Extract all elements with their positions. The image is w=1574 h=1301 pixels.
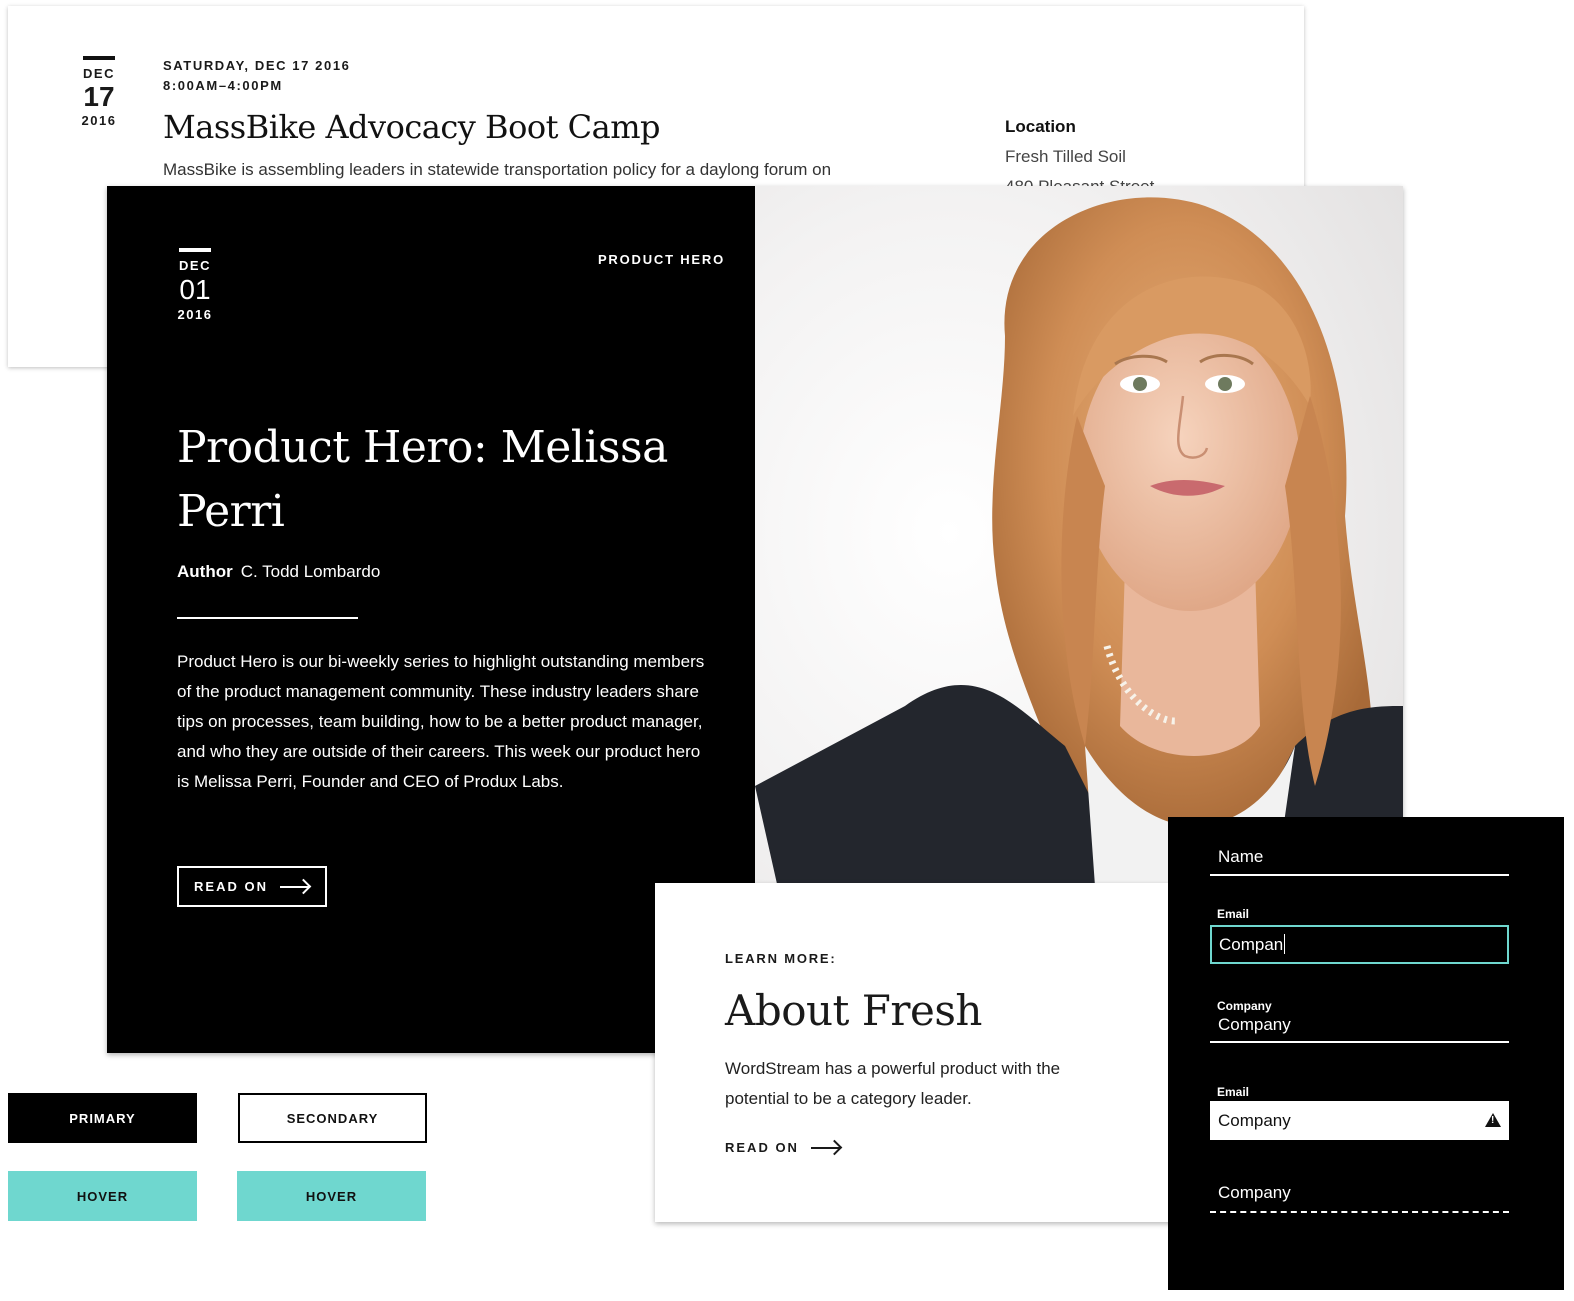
event-year: 2016 <box>81 113 117 128</box>
hero-body: Product Hero is our bi-weekly series to … <box>177 652 705 791</box>
warning-icon <box>1485 1113 1501 1127</box>
author-label: Author <box>177 562 233 581</box>
date-bar <box>179 248 211 252</box>
email-field-error[interactable]: Email Company <box>1210 1085 1509 1140</box>
company-field-disabled: Company <box>1210 1183 1509 1213</box>
hero-day: 01 <box>179 274 211 305</box>
author-name[interactable]: C. Todd Lombardo <box>241 562 381 581</box>
hero-author: Author C. Todd Lombardo <box>177 562 380 582</box>
event-title[interactable]: MassBike Advocacy Boot Camp <box>163 106 661 148</box>
arrow-right-icon <box>810 1146 841 1149</box>
secondary-button-hover[interactable]: HOVER <box>237 1171 426 1221</box>
email-label-2: Email <box>1217 1085 1250 1099</box>
about-read-on-label: READ ON <box>725 1140 799 1155</box>
form-states-card: Name Email Compan Company Company Email … <box>1168 817 1564 1290</box>
email-error-value: Company <box>1218 1111 1291 1130</box>
location-label: Location <box>1005 117 1076 136</box>
hero-date-badge: DEC 01 2016 <box>165 248 225 322</box>
location-name: Fresh Tilled Soil <box>1005 147 1126 166</box>
company-field-filled[interactable]: Company Company <box>1210 999 1509 1043</box>
event-date-line: SATURDAY, DEC 17 2016 <box>163 58 351 73</box>
about-card: LEARN MORE: About Fresh WordStream has a… <box>655 883 1175 1222</box>
about-title[interactable]: About Fresh <box>725 983 982 1039</box>
date-bar <box>83 56 115 60</box>
event-description: MassBike is assembling leaders in statew… <box>163 160 832 179</box>
name-field[interactable]: Name <box>1210 847 1509 876</box>
secondary-button[interactable]: SECONDARY <box>238 1093 427 1143</box>
event-when: SATURDAY, DEC 17 2016 8:00AM–4:00PM <box>163 56 351 96</box>
about-body: WordStream has a powerful product with t… <box>725 1059 1061 1108</box>
hero-title[interactable]: Product Hero: Melissa Perri <box>177 416 697 544</box>
event-date-badge: DEC 17 2016 <box>70 56 128 128</box>
about-read-on-link[interactable]: READ ON <box>725 1140 841 1155</box>
email-label: Email <box>1217 907 1250 921</box>
event-time-line: 8:00AM–4:00PM <box>163 78 283 93</box>
email-input-error[interactable]: Company <box>1210 1101 1509 1140</box>
primary-button-hover[interactable]: HOVER <box>8 1171 197 1221</box>
email-field-focused[interactable]: Email Compan <box>1210 907 1509 964</box>
primary-button[interactable]: PRIMARY <box>8 1093 197 1143</box>
about-kicker: LEARN MORE: <box>725 951 837 966</box>
event-month: DEC <box>83 66 115 81</box>
name-input[interactable]: Name <box>1210 847 1509 876</box>
read-on-button[interactable]: READ ON <box>177 866 327 907</box>
event-day: 17 <box>83 81 115 112</box>
text-caret <box>1284 934 1286 954</box>
company-input[interactable]: Company <box>1210 1013 1509 1043</box>
email-input-value: Compan <box>1219 935 1284 954</box>
company-label: Company <box>1217 999 1272 1013</box>
hero-month: DEC <box>179 258 211 273</box>
hero-year: 2016 <box>177 307 213 322</box>
read-on-label: READ ON <box>194 879 268 894</box>
arrow-right-icon <box>279 885 310 888</box>
email-input-focused[interactable]: Compan <box>1210 925 1509 964</box>
hero-divider <box>177 617 358 619</box>
hero-category-tag[interactable]: PRODUCT HERO <box>598 252 725 267</box>
company-input-disabled: Company <box>1210 1183 1509 1213</box>
